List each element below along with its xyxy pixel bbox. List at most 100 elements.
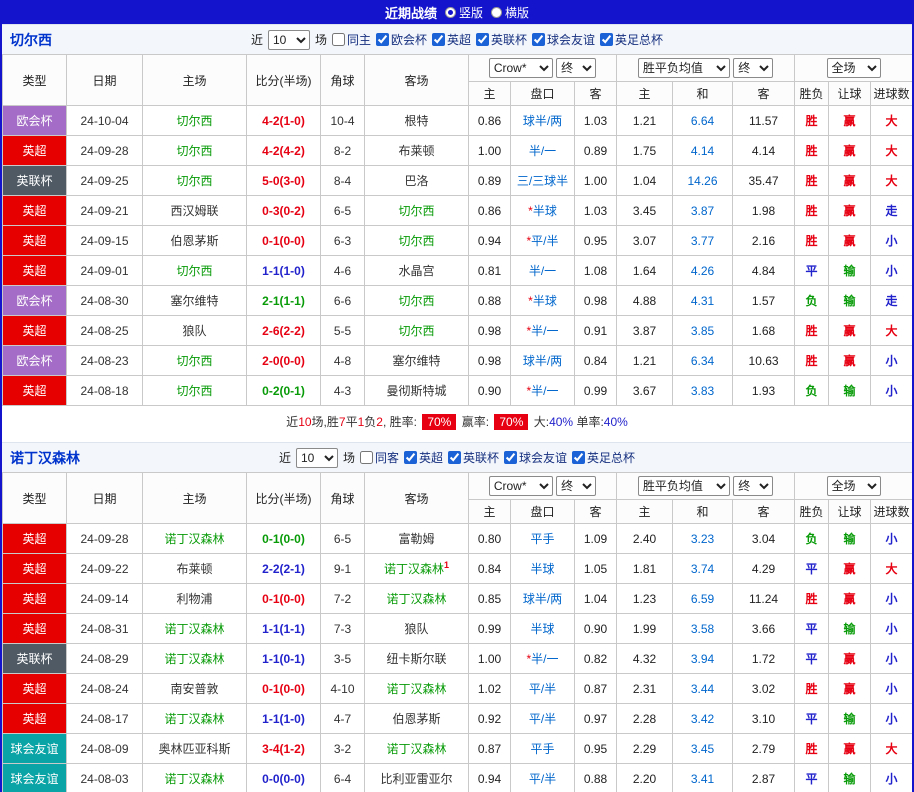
same-venue-checkbox[interactable]	[332, 33, 345, 46]
col-handicap-home: 主	[469, 500, 511, 524]
same-venue-checkbox[interactable]	[360, 451, 373, 464]
home-team[interactable]: 诺丁汉森林	[143, 704, 247, 734]
home-team[interactable]: 奥林匹亚科斯	[143, 734, 247, 764]
corner-result: 6-3	[321, 226, 365, 256]
away-team[interactable]: 伯恩茅斯	[365, 704, 469, 734]
league-filter[interactable]: 英足总杯	[572, 449, 635, 466]
summary-text: 2	[376, 415, 383, 429]
result-handicap: 赢	[829, 734, 871, 764]
avg-lose-odds: 35.47	[733, 166, 795, 196]
home-team[interactable]: 诺丁汉森林	[143, 524, 247, 554]
home-team[interactable]: 塞尔维特	[143, 286, 247, 316]
home-team[interactable]: 切尔西	[143, 376, 247, 406]
league-checkbox[interactable]	[572, 451, 585, 464]
away-team[interactable]: 切尔西	[365, 316, 469, 346]
league-filter[interactable]: 英足总杯	[600, 31, 663, 48]
league-filter[interactable]: 英超	[404, 449, 443, 466]
away-team[interactable]: 诺丁汉森林	[365, 674, 469, 704]
home-team[interactable]: 切尔西	[143, 106, 247, 136]
home-team[interactable]: 切尔西	[143, 256, 247, 286]
result-handicap: 输	[829, 704, 871, 734]
match-rows: 英超24-09-28诺丁汉森林0-1(0-0)6-5富勒姆0.80平手1.092…	[3, 524, 913, 792]
league-checkbox[interactable]	[600, 33, 613, 46]
same-venue-filter[interactable]: 同主	[332, 31, 371, 48]
league-filter-group: 英超英联杯球会友谊英足总杯	[404, 449, 635, 466]
scope-select[interactable]: 全场	[827, 58, 881, 78]
away-team[interactable]: 富勒姆	[365, 524, 469, 554]
home-team[interactable]: 利物浦	[143, 584, 247, 614]
result-winlose: 平	[795, 554, 829, 584]
layout-radio-horizontal[interactable]: 横版	[491, 4, 529, 21]
corner-result: 7-2	[321, 584, 365, 614]
league-filter[interactable]: 英超	[432, 31, 471, 48]
home-team[interactable]: 切尔西	[143, 166, 247, 196]
away-team[interactable]: 狼队	[365, 614, 469, 644]
layout-radio-vertical[interactable]: 竖版	[445, 4, 483, 21]
away-team[interactable]: 诺丁汉森林	[365, 734, 469, 764]
league-checkbox[interactable]	[476, 33, 489, 46]
league-checkbox[interactable]	[448, 451, 461, 464]
avg-win-odds: 1.04	[617, 166, 673, 196]
away-team[interactable]: 切尔西	[365, 196, 469, 226]
away-team[interactable]: 布莱顿	[365, 136, 469, 166]
away-team[interactable]: 切尔西	[365, 226, 469, 256]
col-avg-draw: 和	[673, 500, 733, 524]
result-winlose: 胜	[795, 346, 829, 376]
avg-type-select[interactable]: 胜平负均值	[638, 58, 730, 78]
league-filter[interactable]: 球会友谊	[532, 31, 595, 48]
home-team[interactable]: 西汉姆联	[143, 196, 247, 226]
home-team[interactable]: 诺丁汉森林	[143, 644, 247, 674]
league-filter[interactable]: 英联杯	[476, 31, 527, 48]
league-checkbox[interactable]	[504, 451, 517, 464]
home-team[interactable]: 伯恩茅斯	[143, 226, 247, 256]
result-winlose: 胜	[795, 166, 829, 196]
away-team[interactable]: 塞尔维特	[365, 346, 469, 376]
home-team[interactable]: 诺丁汉森林	[143, 764, 247, 792]
league-filter[interactable]: 欧会杯	[376, 31, 427, 48]
result-handicap: 赢	[829, 674, 871, 704]
odds-final-select[interactable]: 终	[556, 476, 596, 496]
avg-lose-odds: 3.04	[733, 524, 795, 554]
corner-result: 10-4	[321, 106, 365, 136]
away-team[interactable]: 诺丁汉森林	[365, 584, 469, 614]
col-type: 类型	[3, 55, 67, 106]
match-date: 24-09-28	[67, 524, 143, 554]
league-filter[interactable]: 球会友谊	[504, 449, 567, 466]
away-team[interactable]: 切尔西	[365, 286, 469, 316]
match-count-select[interactable]: 10	[296, 448, 338, 468]
away-team[interactable]: 比利亚雷亚尔	[365, 764, 469, 792]
avg-win-odds: 3.45	[617, 196, 673, 226]
league-checkbox[interactable]	[532, 33, 545, 46]
same-venue-filter[interactable]: 同客	[360, 449, 399, 466]
avg-final-select[interactable]: 终	[733, 58, 773, 78]
home-team[interactable]: 狼队	[143, 316, 247, 346]
league-type-badge: 球会友谊	[3, 734, 67, 764]
away-team[interactable]: 水晶宫	[365, 256, 469, 286]
away-team[interactable]: 巴洛	[365, 166, 469, 196]
odds-company-select[interactable]: Crow*	[489, 476, 553, 496]
avg-type-select[interactable]: 胜平负均值	[638, 476, 730, 496]
league-filter-group: 欧会杯英超英联杯球会友谊英足总杯	[376, 31, 663, 48]
home-team[interactable]: 切尔西	[143, 346, 247, 376]
away-team[interactable]: 曼彻斯特城	[365, 376, 469, 406]
home-team[interactable]: 诺丁汉森林	[143, 614, 247, 644]
league-type-badge: 英超	[3, 256, 67, 286]
section-header: 切尔西 近 10 场 同主 欧会杯英超英联杯球会友谊英足总杯	[2, 24, 912, 54]
avg-final-select[interactable]: 终	[733, 476, 773, 496]
away-team[interactable]: 根特	[365, 106, 469, 136]
home-team[interactable]: 切尔西	[143, 136, 247, 166]
handicap-away-odds: 0.88	[575, 764, 617, 792]
away-team[interactable]: 诺丁汉森林1	[365, 554, 469, 584]
away-team[interactable]: 纽卡斯尔联	[365, 644, 469, 674]
league-checkbox[interactable]	[376, 33, 389, 46]
league-checkbox[interactable]	[432, 33, 445, 46]
league-filter[interactable]: 英联杯	[448, 449, 499, 466]
match-count-select[interactable]: 10	[268, 30, 310, 50]
scope-select[interactable]: 全场	[827, 476, 881, 496]
home-team[interactable]: 布莱顿	[143, 554, 247, 584]
odds-company-select[interactable]: Crow*	[489, 58, 553, 78]
handicap-home-odds: 0.99	[469, 614, 511, 644]
odds-final-select[interactable]: 终	[556, 58, 596, 78]
home-team[interactable]: 南安普敦	[143, 674, 247, 704]
league-checkbox[interactable]	[404, 451, 417, 464]
